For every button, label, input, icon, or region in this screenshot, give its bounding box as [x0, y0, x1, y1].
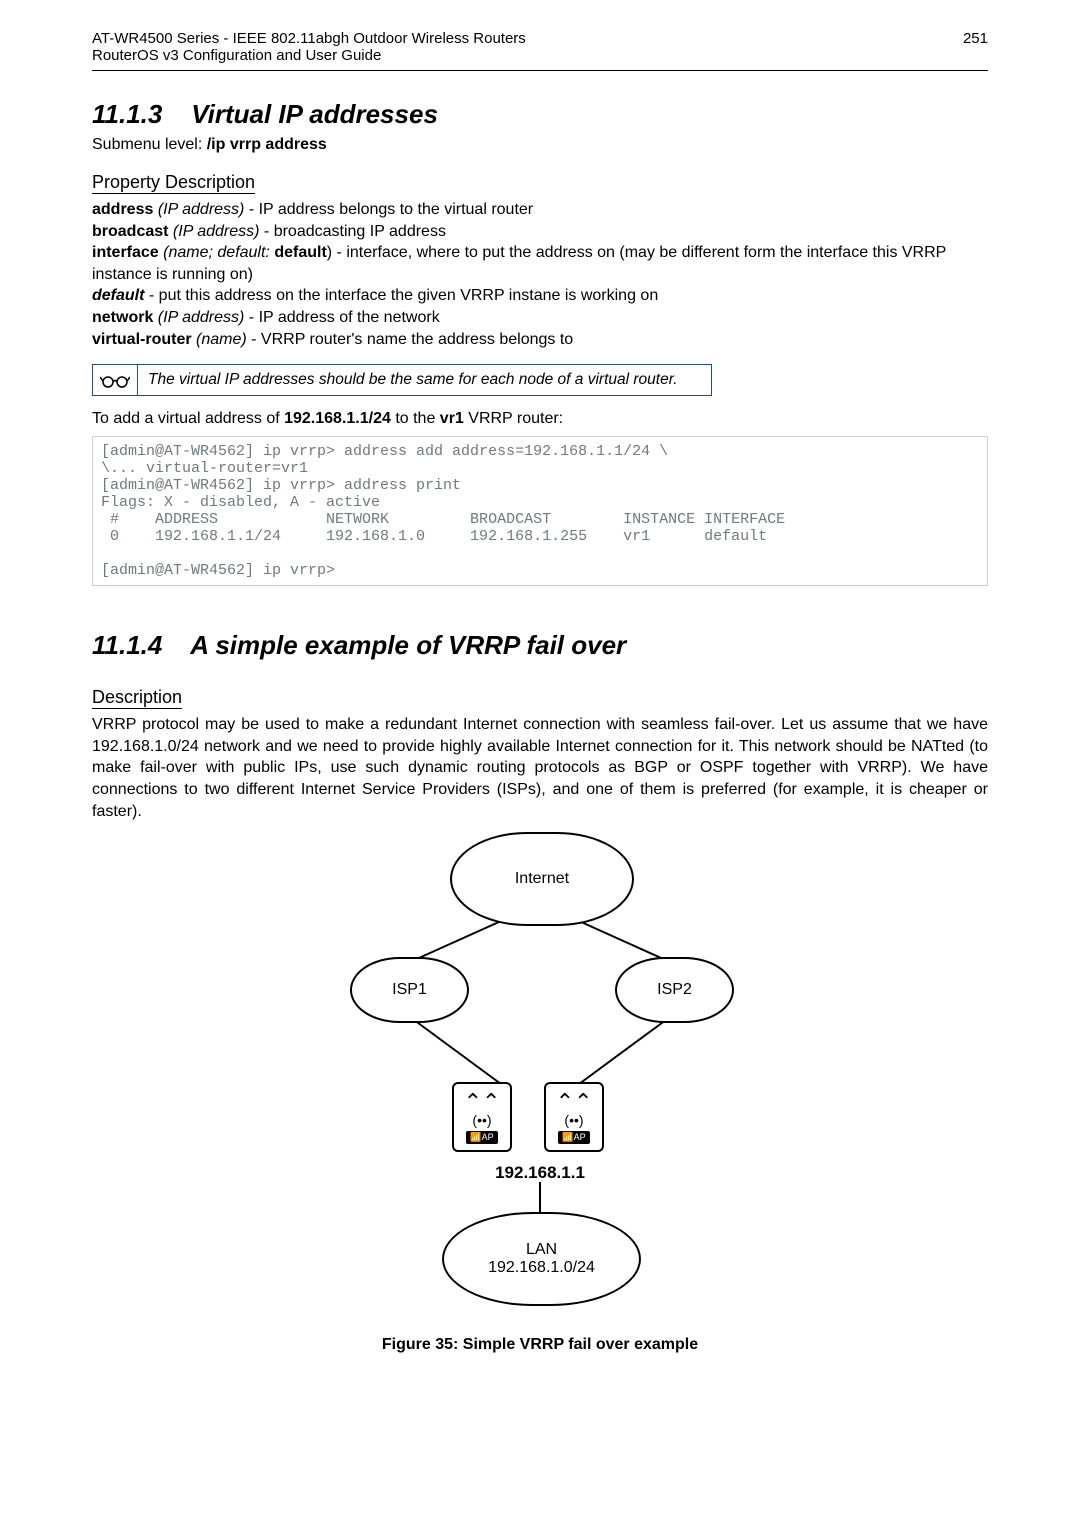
- doc-title-line1: AT-WR4500 Series - IEEE 802.11abgh Outdo…: [92, 30, 526, 47]
- header-rule: [92, 70, 988, 71]
- section-11-1-4-heading: 11.1.4 A simple example of VRRP fail ove…: [92, 630, 988, 661]
- antenna-icon: ⌃⌃: [464, 1091, 501, 1113]
- terminal-output: [admin@AT-WR4562] ip vrrp> address add a…: [92, 436, 988, 586]
- router-left: ⌃⌃ (••) 📶AP: [452, 1082, 512, 1152]
- section-11-1-3-heading: 11.1.3 Virtual IP addresses: [92, 99, 988, 130]
- lan-cloud: LAN 192.168.1.0/24: [442, 1212, 641, 1306]
- doc-title-line2: RouterOS v3 Configuration and User Guide: [92, 47, 381, 64]
- note-text: The virtual IP addresses should be the s…: [138, 365, 688, 395]
- section-11-1-4-body: VRRP protocol may be used to make a redu…: [92, 714, 988, 822]
- antenna-icon: ⌃⌃: [556, 1091, 593, 1113]
- property-description-heading: Property Description: [92, 172, 988, 193]
- description-heading: Description: [92, 687, 988, 708]
- router-face-icon: (••): [472, 1113, 491, 1127]
- submenu-level: Submenu level: /ip vrrp address: [92, 136, 988, 154]
- isp1-cloud: ISP1: [350, 957, 469, 1023]
- glasses-icon: [93, 365, 138, 395]
- isp2-cloud: ISP2: [615, 957, 734, 1023]
- note-callout: The virtual IP addresses should be the s…: [92, 364, 712, 396]
- router-right: ⌃⌃ (••) 📶AP: [544, 1082, 604, 1152]
- example-intro: To add a virtual address of 192.168.1.1/…: [92, 410, 988, 428]
- ap-badge-right: 📶AP: [558, 1131, 589, 1144]
- page-number: 251: [963, 30, 988, 64]
- figure-caption: Figure 35: Simple VRRP fail over example: [92, 1336, 988, 1354]
- vrrp-topology-diagram: Internet ISP1 ISP2 ⌃⌃ (••) 📶AP ⌃⌃ (••) 📶…: [290, 832, 790, 1312]
- router-face-icon: (••): [564, 1113, 583, 1127]
- property-list: address (IP address) - IP address belong…: [92, 199, 988, 350]
- ap-badge-left: 📶AP: [466, 1131, 497, 1144]
- internet-cloud: Internet: [450, 832, 634, 926]
- virtual-ip-label: 192.168.1.1: [290, 1163, 790, 1183]
